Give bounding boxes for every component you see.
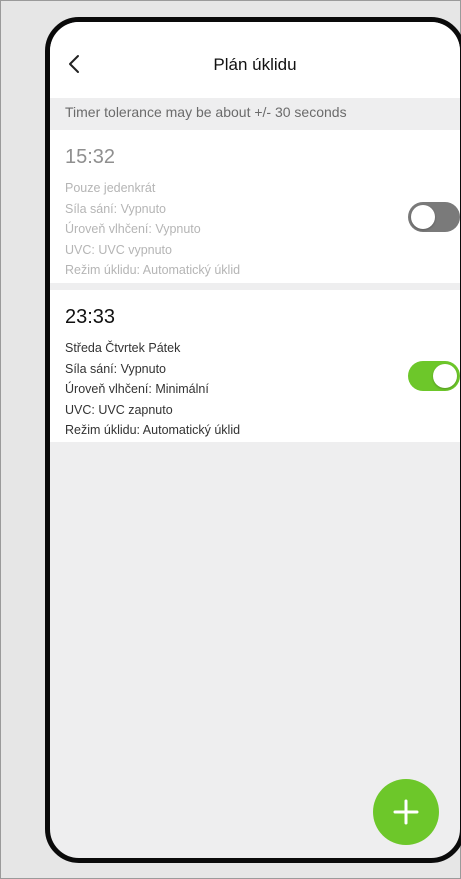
schedule-suction-power: Síla sání: Vypnuto — [65, 201, 166, 216]
plus-icon — [393, 799, 419, 825]
schedule-suction-power: Síla sání: Vypnuto — [65, 361, 166, 376]
schedule-repeat: Středa Čtvrtek Pátek — [65, 341, 181, 355]
schedule-time: 23:33 — [65, 306, 116, 328]
schedule-repeat: Pouze jedenkrát — [65, 181, 156, 195]
schedule-item[interactable]: 23:33 Středa Čtvrtek Pátek Síla sání: Vy… — [50, 290, 460, 442]
schedule-details: Středa Čtvrtek Pátek Síla sání: Vypnuto … — [65, 338, 240, 441]
schedule-water-level: Úroveň vlhčení: Vypnuto — [65, 222, 201, 236]
schedule-toggle[interactable] — [408, 361, 460, 391]
schedule-time: 15:32 — [65, 146, 116, 168]
schedule-cleaning-mode: Režim úklidu: Automatický úklid — [65, 263, 241, 277]
schedule-water-level: Úroveň vlhčení: Minimální — [65, 382, 209, 396]
schedule-details: Pouze jedenkrát Síla sání: Vypnuto Úrove… — [65, 178, 240, 281]
schedule-toggle[interactable] — [408, 202, 460, 232]
timer-tolerance-notice: Timer tolerance may be about +/- 30 seco… — [65, 104, 347, 120]
schedule-item[interactable]: 15:32 Pouze jedenkrát Síla sání: Vypnuto… — [50, 130, 460, 283]
toggle-knob — [433, 364, 457, 388]
toggle-knob — [411, 205, 435, 229]
schedule-uvc: UVC: UVC zapnuto — [65, 402, 173, 417]
add-schedule-button[interactable] — [373, 779, 439, 845]
schedule-cleaning-mode: Režim úklidu: Automatický úklid — [65, 423, 241, 437]
page-title: Plán úklidu — [213, 55, 297, 74]
schedule-uvc: UVC: UVC vypnuto — [65, 242, 172, 257]
phone-frame: Plán úklidu Timer tolerance may be about… — [45, 17, 461, 863]
navigation-bar: Plán úklidu — [50, 22, 460, 98]
